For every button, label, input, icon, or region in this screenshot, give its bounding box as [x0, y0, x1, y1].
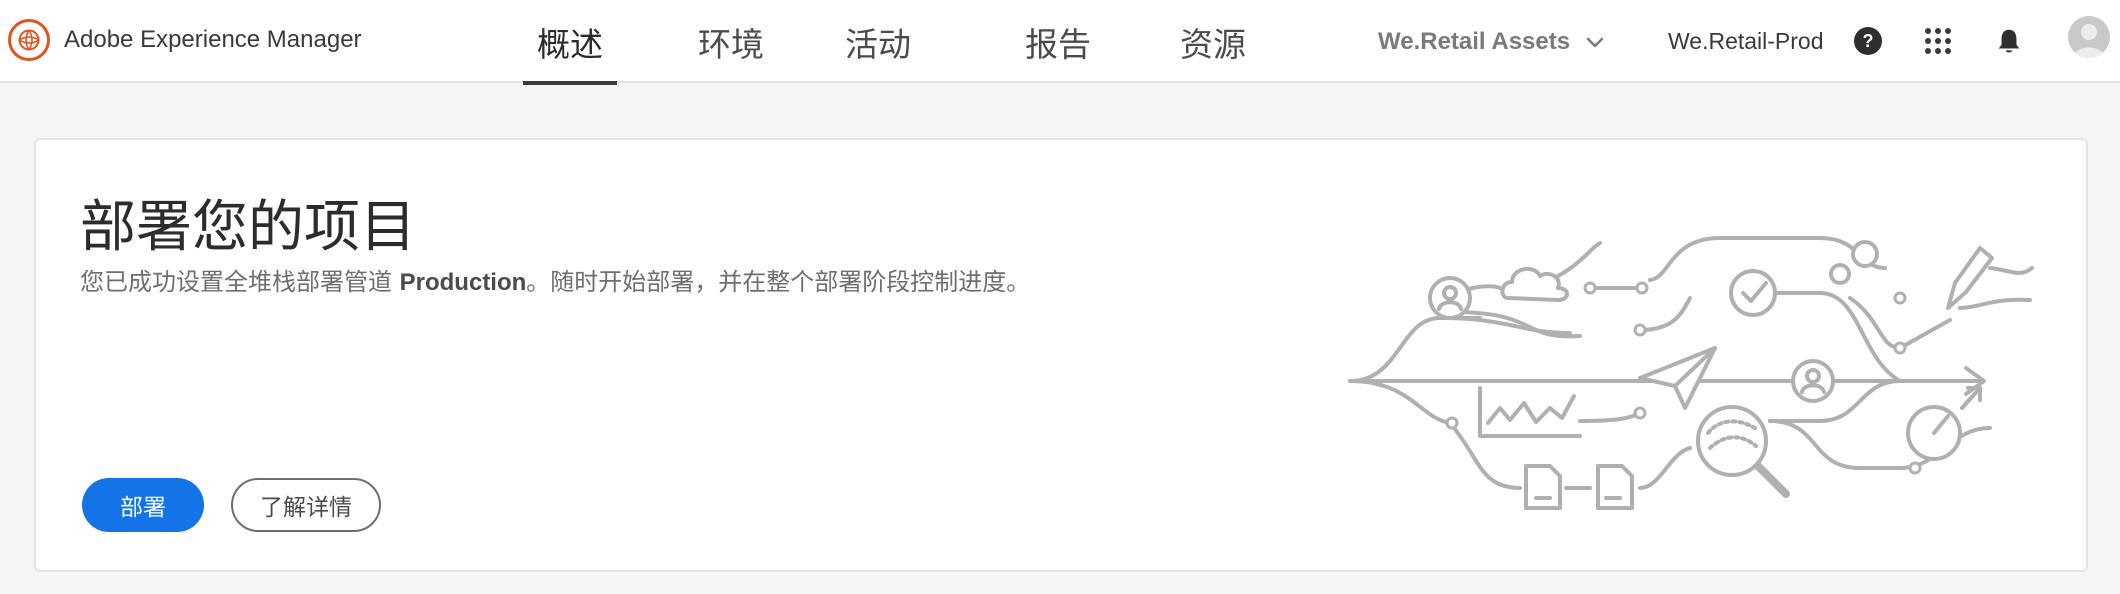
avatar[interactable] [2068, 16, 2110, 58]
brand[interactable]: Adobe Experience Manager [8, 18, 362, 62]
tab-resources[interactable]: 资源 [1166, 0, 1260, 83]
svg-text:?: ? [1863, 31, 1874, 51]
bell-icon[interactable] [1990, 22, 2028, 60]
learn-more-button[interactable]: 了解详情 [231, 478, 381, 532]
organization-name: We.Retail Assets [1378, 27, 1571, 55]
deploy-project-card: 部署您的项目 您已成功设置全堆栈部署管道 Production。随时开始部署，并… [34, 138, 2088, 572]
organization-switcher[interactable]: We.Retail Assets [1378, 0, 1606, 83]
adobe-experience-manager-logo-icon [8, 19, 50, 61]
pipeline-name: Production [399, 269, 527, 296]
tab-label: 资源 [1180, 24, 1246, 64]
tab-overview[interactable]: 概述 [523, 0, 617, 85]
program-switcher[interactable]: We.Retail-Prod [1668, 0, 1824, 83]
tab-label: 概述 [537, 24, 603, 64]
tab-label: 报告 [1025, 24, 1091, 64]
chevron-down-icon [1586, 37, 1604, 47]
tab-label: 活动 [845, 24, 911, 64]
top-navigation-bar: Adobe Experience Manager 概述 环境 活动 报告 资源 … [0, 0, 2120, 85]
program-name: We.Retail-Prod [1668, 28, 1824, 54]
tab-reports[interactable]: 报告 [1011, 0, 1105, 83]
description-suffix: 。随时开始部署，并在整个部署阶段控制进度。 [526, 268, 1031, 296]
brand-name: Adobe Experience Manager [64, 26, 362, 53]
tab-environments[interactable]: 环境 [684, 0, 778, 83]
app-grid-icon[interactable] [1919, 22, 1957, 60]
card-title: 部署您的项目 [80, 195, 416, 260]
card-description: 您已成功设置全堆栈部署管道 Production。随时开始部署，并在整个部署阶段… [80, 262, 1030, 297]
pipeline-illustration [1348, 236, 2034, 510]
deploy-button[interactable]: 部署 [82, 478, 204, 532]
description-prefix: 您已成功设置全堆栈部署管道 [80, 268, 400, 296]
help-icon[interactable]: ? [1849, 22, 1887, 60]
tab-activity[interactable]: 活动 [831, 0, 925, 83]
tab-label: 环境 [698, 24, 764, 64]
